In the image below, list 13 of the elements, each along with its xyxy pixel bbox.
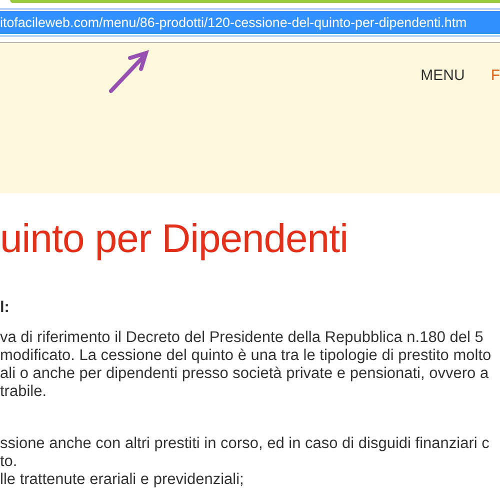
page-title: uinto per Dipendenti — [0, 216, 350, 263]
body-text: ssione anche con altri prestiti in corso, ed in caso di disguidi finanziari c — [0, 435, 490, 453]
body-text: modificato. La cessione del quinto è una tra le tipologie di prestito molto — [0, 347, 492, 365]
body-text: ali o anche per dipendenti presso società private e pensionati, ovvero a — [0, 365, 490, 383]
body-text: lle trattenute erariali e previdenziali; — [0, 471, 245, 489]
body-text: trabile. — [0, 383, 48, 401]
body-text: va di riferimento il Decreto del Presidente della Repubblica n.180 del 5 — [0, 329, 484, 347]
section-label: l: — [0, 299, 10, 317]
nav-link[interactable]: F — [490, 67, 500, 84]
address-bar[interactable]: itofacileweb.com/menu/86-prodotti/120-cessione-del-quinto-per-dipendenti.htm — [0, 11, 500, 34]
arrow-icon — [108, 49, 150, 95]
nav-link[interactable]: MENU — [420, 67, 465, 84]
body-text: to. — [0, 453, 18, 471]
